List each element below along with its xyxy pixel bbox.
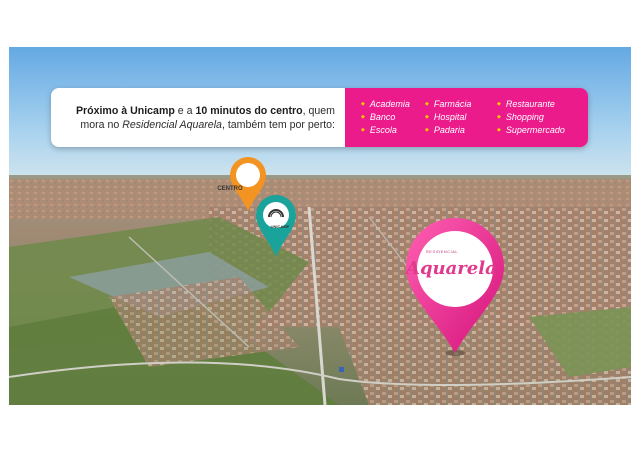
brand-subtitle: RESIDENCIAL <box>425 249 459 254</box>
amenity-item: Academia <box>361 98 425 111</box>
info-card: Próximo à Unicamp e a 10 minutos do cent… <box>51 88 588 147</box>
bottom-margin <box>0 405 640 453</box>
headline-text: Próximo à Unicamp e a 10 minutos do cent… <box>51 104 335 132</box>
headline-panel: Próximo à Unicamp e a 10 minutos do cent… <box>51 88 345 147</box>
headline-text-1: e a <box>174 104 196 117</box>
amenities-list: Academia Farmácia Restaurante Banco Hosp… <box>345 88 588 147</box>
headline-italic: Residencial Aquarela <box>122 118 222 131</box>
top-margin <box>0 0 640 47</box>
amenity-item: Escola <box>361 124 425 137</box>
amenity-item: Shopping <box>497 111 587 124</box>
headline-text-3: , também tem por perto: <box>221 118 335 131</box>
headline-bold-2: 10 minutos do centro <box>195 104 303 117</box>
unicamp-pin-label: UNICAMP <box>270 224 290 229</box>
amenity-item: Hospital <box>425 111 497 124</box>
amenity-item: Padaria <box>425 124 497 137</box>
amenity-item: Banco <box>361 111 425 124</box>
amenity-item: Farmácia <box>425 98 497 111</box>
amenity-item: Supermercado <box>497 124 587 137</box>
centro-pin-label: CENTRO <box>217 186 243 192</box>
amenity-item: Restaurante <box>497 98 587 111</box>
brand-logo-text: Aquarela <box>406 258 497 279</box>
headline-bold-1: Próximo à Unicamp <box>75 104 175 117</box>
